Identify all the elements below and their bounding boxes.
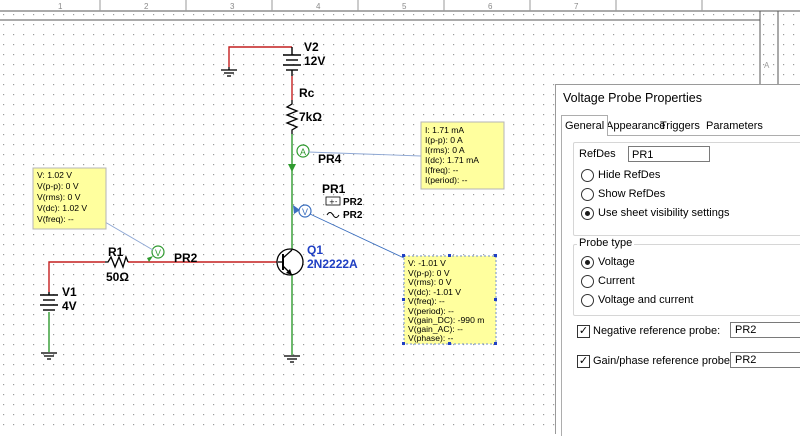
pr4-line-2: I(rms): 0 A [425, 145, 465, 155]
pr1-negref-label: PR2 [343, 197, 363, 208]
radio-voltage[interactable] [581, 256, 594, 269]
pr2-line-0: V: 1.02 V [37, 170, 72, 180]
tab-parameters[interactable]: Parameters [703, 118, 766, 135]
radio-current[interactable] [581, 275, 594, 288]
probe-type-title: Probe type [577, 237, 635, 249]
pr2-name: PR2 [174, 251, 198, 265]
pr2-line-2: V(rms): 0 V [37, 192, 81, 202]
transistor-q1[interactable] [276, 248, 304, 276]
v1-value: 4V [62, 299, 77, 313]
svg-text:V: V [155, 248, 161, 258]
radio-current-label: Current [598, 275, 635, 287]
ruler-label-1: 1 [58, 2, 63, 11]
radio-hide-refdes[interactable] [581, 169, 594, 182]
pr2-line-1: V(p-p): 0 V [37, 181, 79, 191]
pr2-line-3: V(dc): 1.02 V [37, 203, 87, 213]
r1-name: R1 [108, 245, 124, 259]
radio-voltage-and-current[interactable] [581, 294, 594, 307]
v2-name: V2 [304, 40, 319, 54]
pr1-line-0: V: -1.01 V [408, 258, 446, 268]
radio-use-sheet-visibility-label: Use sheet visibility settings [598, 207, 730, 219]
probe-box-pr2[interactable]: V: 1.02 V V(p-p): 0 V V(rms): 0 V V(dc):… [32, 167, 107, 230]
radio-voltage-and-current-label: Voltage and current [598, 294, 694, 306]
v2-value: 12V [304, 54, 325, 68]
q1-name: Q1 [307, 243, 323, 257]
svg-text:V: V [302, 207, 308, 217]
q1-model: 2N2222A [307, 257, 358, 271]
ruler-label-3: 3 [230, 2, 235, 11]
pr4-line-5: I(period): -- [425, 175, 468, 185]
r1-value: 50Ω [106, 270, 129, 284]
svg-text:+-: +- [329, 198, 338, 206]
pr4-line-3: I(dc): 1.71 mA [425, 155, 479, 165]
dialog-tabs: General Appearance Triggers Parameters [561, 115, 800, 136]
pr1-line-8: V(phase): -- [408, 333, 454, 343]
gain-phase-reference-select[interactable]: PR2 [730, 352, 800, 368]
probe-box-pr4[interactable]: I: 1.71 mA I(p-p): 0 A I(rms): 0 A I(dc)… [420, 121, 505, 190]
rc-value: 7kΩ [299, 110, 322, 124]
radio-hide-refdes-label: Hide RefDes [598, 169, 661, 181]
pr2-line-4: V(freq): -- [37, 214, 74, 224]
rc-name: Rc [299, 86, 315, 100]
gain-phase-reference-label: Gain/phase reference probe: [593, 355, 734, 367]
general-tab-panel: RefDes PR1 Hide RefDes Show RefDes Use s… [561, 135, 800, 436]
refdes-label: RefDes [579, 148, 616, 160]
border-zone-marker: A [764, 61, 770, 70]
ruler-label-5: 5 [402, 2, 407, 11]
pr1-gainref-label: PR2 [343, 210, 363, 221]
tab-triggers[interactable]: Triggers [657, 118, 703, 135]
ruler-label-7: 7 [574, 2, 579, 11]
refdes-input[interactable]: PR1 [628, 146, 710, 162]
radio-show-refdes-label: Show RefDes [598, 188, 666, 200]
gain-phase-reference-checkbox[interactable]: ✓ [577, 355, 590, 368]
ruler-label-4: 4 [316, 2, 321, 11]
radio-voltage-label: Voltage [598, 256, 635, 268]
pr1-negref-icon: +- [325, 196, 341, 206]
tab-general[interactable]: General [561, 115, 609, 136]
ruler-label-2: 2 [144, 2, 149, 11]
pr1-line-2: V(rms): 0 V [408, 277, 452, 287]
negative-reference-label: Negative reference probe: [593, 325, 721, 337]
pr4-line-4: I(freq): -- [425, 165, 459, 175]
negative-reference-checkbox[interactable]: ✓ [577, 325, 590, 338]
pr1-name: PR1 [322, 182, 346, 196]
radio-use-sheet-visibility[interactable] [581, 207, 594, 220]
radio-show-refdes[interactable] [581, 188, 594, 201]
negative-reference-select[interactable]: PR2 [730, 322, 800, 338]
probe-box-pr1[interactable]: V: -1.01 V V(p-p): 0 V V(rms): 0 V V(dc)… [402, 254, 497, 345]
ruler-label-6: 6 [488, 2, 493, 11]
v1-name: V1 [62, 285, 77, 299]
pr1-line-4: V(freq): -- [408, 296, 445, 306]
pr4-name: PR4 [318, 152, 342, 166]
dialog-title: Voltage Probe Properties [563, 91, 702, 105]
voltage-probe-properties-dialog[interactable]: Voltage Probe Properties General Appeara… [555, 84, 800, 436]
pr4-line-0: I: 1.71 mA [425, 125, 464, 135]
svg-text:A: A [300, 147, 306, 157]
pr4-line-1: I(p-p): 0 A [425, 135, 463, 145]
